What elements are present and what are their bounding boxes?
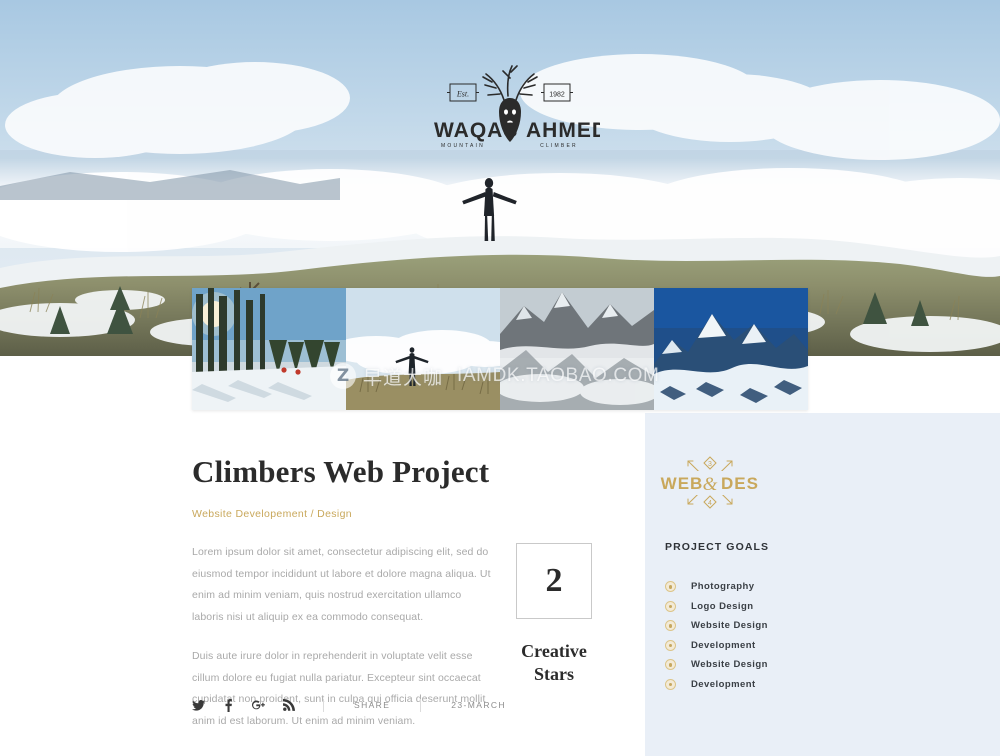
list-item[interactable]: Logo Design xyxy=(665,597,865,617)
bullet-icon xyxy=(665,600,676,612)
deer-antlers-icon xyxy=(482,65,538,101)
project-paragraph-2: Duis aute irure dolor in reprehenderit i… xyxy=(192,650,486,727)
logo-tagline-right: CLIMBER xyxy=(540,143,578,149)
snowy-forest-trail-image xyxy=(192,288,346,410)
thumbnail-3[interactable] xyxy=(500,288,654,410)
goal-label: Website Design xyxy=(691,620,768,632)
stat-box: 2 xyxy=(516,543,592,619)
thumbnail-4[interactable] xyxy=(654,288,808,410)
list-item[interactable]: Development xyxy=(665,675,865,695)
logo-est-badge: Est. xyxy=(456,90,469,99)
rss-icon[interactable] xyxy=(282,699,295,712)
badge-ampersand: & xyxy=(703,474,718,495)
web-des-emblem-illustration: 3 4 WEB & DES xyxy=(661,456,759,509)
list-item[interactable]: Website Design xyxy=(665,655,865,675)
twitter-icon[interactable] xyxy=(192,699,205,712)
stat-label-line-1: Creative xyxy=(521,641,587,661)
post-date: 23-MARCH xyxy=(451,700,506,710)
thumbnail-1[interactable] xyxy=(192,288,346,410)
bullet-icon xyxy=(665,581,676,593)
stat-number: 2 xyxy=(545,562,563,599)
facebook-icon[interactable] xyxy=(222,698,235,712)
project-goals-heading: PROJECT GOALS xyxy=(665,541,770,553)
list-item[interactable]: Website Design xyxy=(665,616,865,636)
stat-label: Creative Stars xyxy=(516,640,592,685)
bullet-icon xyxy=(665,659,676,671)
bullet-icon xyxy=(665,620,676,632)
thumbnail-2[interactable] xyxy=(346,288,500,410)
google-plus-icon[interactable] xyxy=(252,699,265,712)
badge-text-left: WEB xyxy=(661,474,704,493)
badge-number-bottom: 4 xyxy=(708,500,712,507)
bullet-icon xyxy=(665,639,676,651)
social-links xyxy=(192,698,295,712)
logo-name-right: AHMED xyxy=(526,119,600,142)
logo-year-badge: 1982 xyxy=(549,92,565,99)
share-button[interactable]: SHARE xyxy=(324,700,420,710)
goal-label: Development xyxy=(691,678,756,690)
web-and-des-badge: 3 4 WEB & DES xyxy=(655,455,765,510)
logo-name-left: WAQAS xyxy=(434,119,518,142)
goal-label: Website Design xyxy=(691,659,768,671)
stat-label-line-2: Stars xyxy=(534,663,574,684)
project-goals-section: PROJECT GOALS Photography Logo Design We… xyxy=(665,541,865,694)
site-logo[interactable]: Est. 1982 WAQAS AHMED MOUNTAIN CLIMBER xyxy=(420,52,600,158)
goal-label: Logo Design xyxy=(691,600,754,612)
creative-stars-stat: 2 Creative Stars xyxy=(516,543,592,685)
snow-capped-mountain-image xyxy=(654,288,808,410)
page-title: Climbers Web Project xyxy=(192,454,490,489)
project-category[interactable]: Website Developement / Design xyxy=(192,508,612,520)
goal-label: Development xyxy=(691,639,756,651)
thumbnail-gallery xyxy=(192,288,808,410)
list-item[interactable]: Development xyxy=(665,636,865,656)
badge-text-right: DES xyxy=(721,474,759,493)
goal-label: Photography xyxy=(691,581,755,593)
project-paragraph-1: Lorem ipsum dolor sit amet, consectetur … xyxy=(192,546,491,623)
bullet-icon xyxy=(665,678,676,690)
badge-number-top: 3 xyxy=(708,461,712,468)
post-meta-bar: SHARE 23-MARCH xyxy=(192,695,612,715)
climber-above-clouds-image xyxy=(346,288,500,410)
logo-illustration: Est. 1982 WAQAS AHMED MOUNTAIN CLIMBER xyxy=(434,65,600,149)
logo-tagline-left: MOUNTAIN xyxy=(441,143,485,149)
rocky-peaks-fog-image xyxy=(500,288,654,410)
list-item[interactable]: Photography xyxy=(665,577,865,597)
